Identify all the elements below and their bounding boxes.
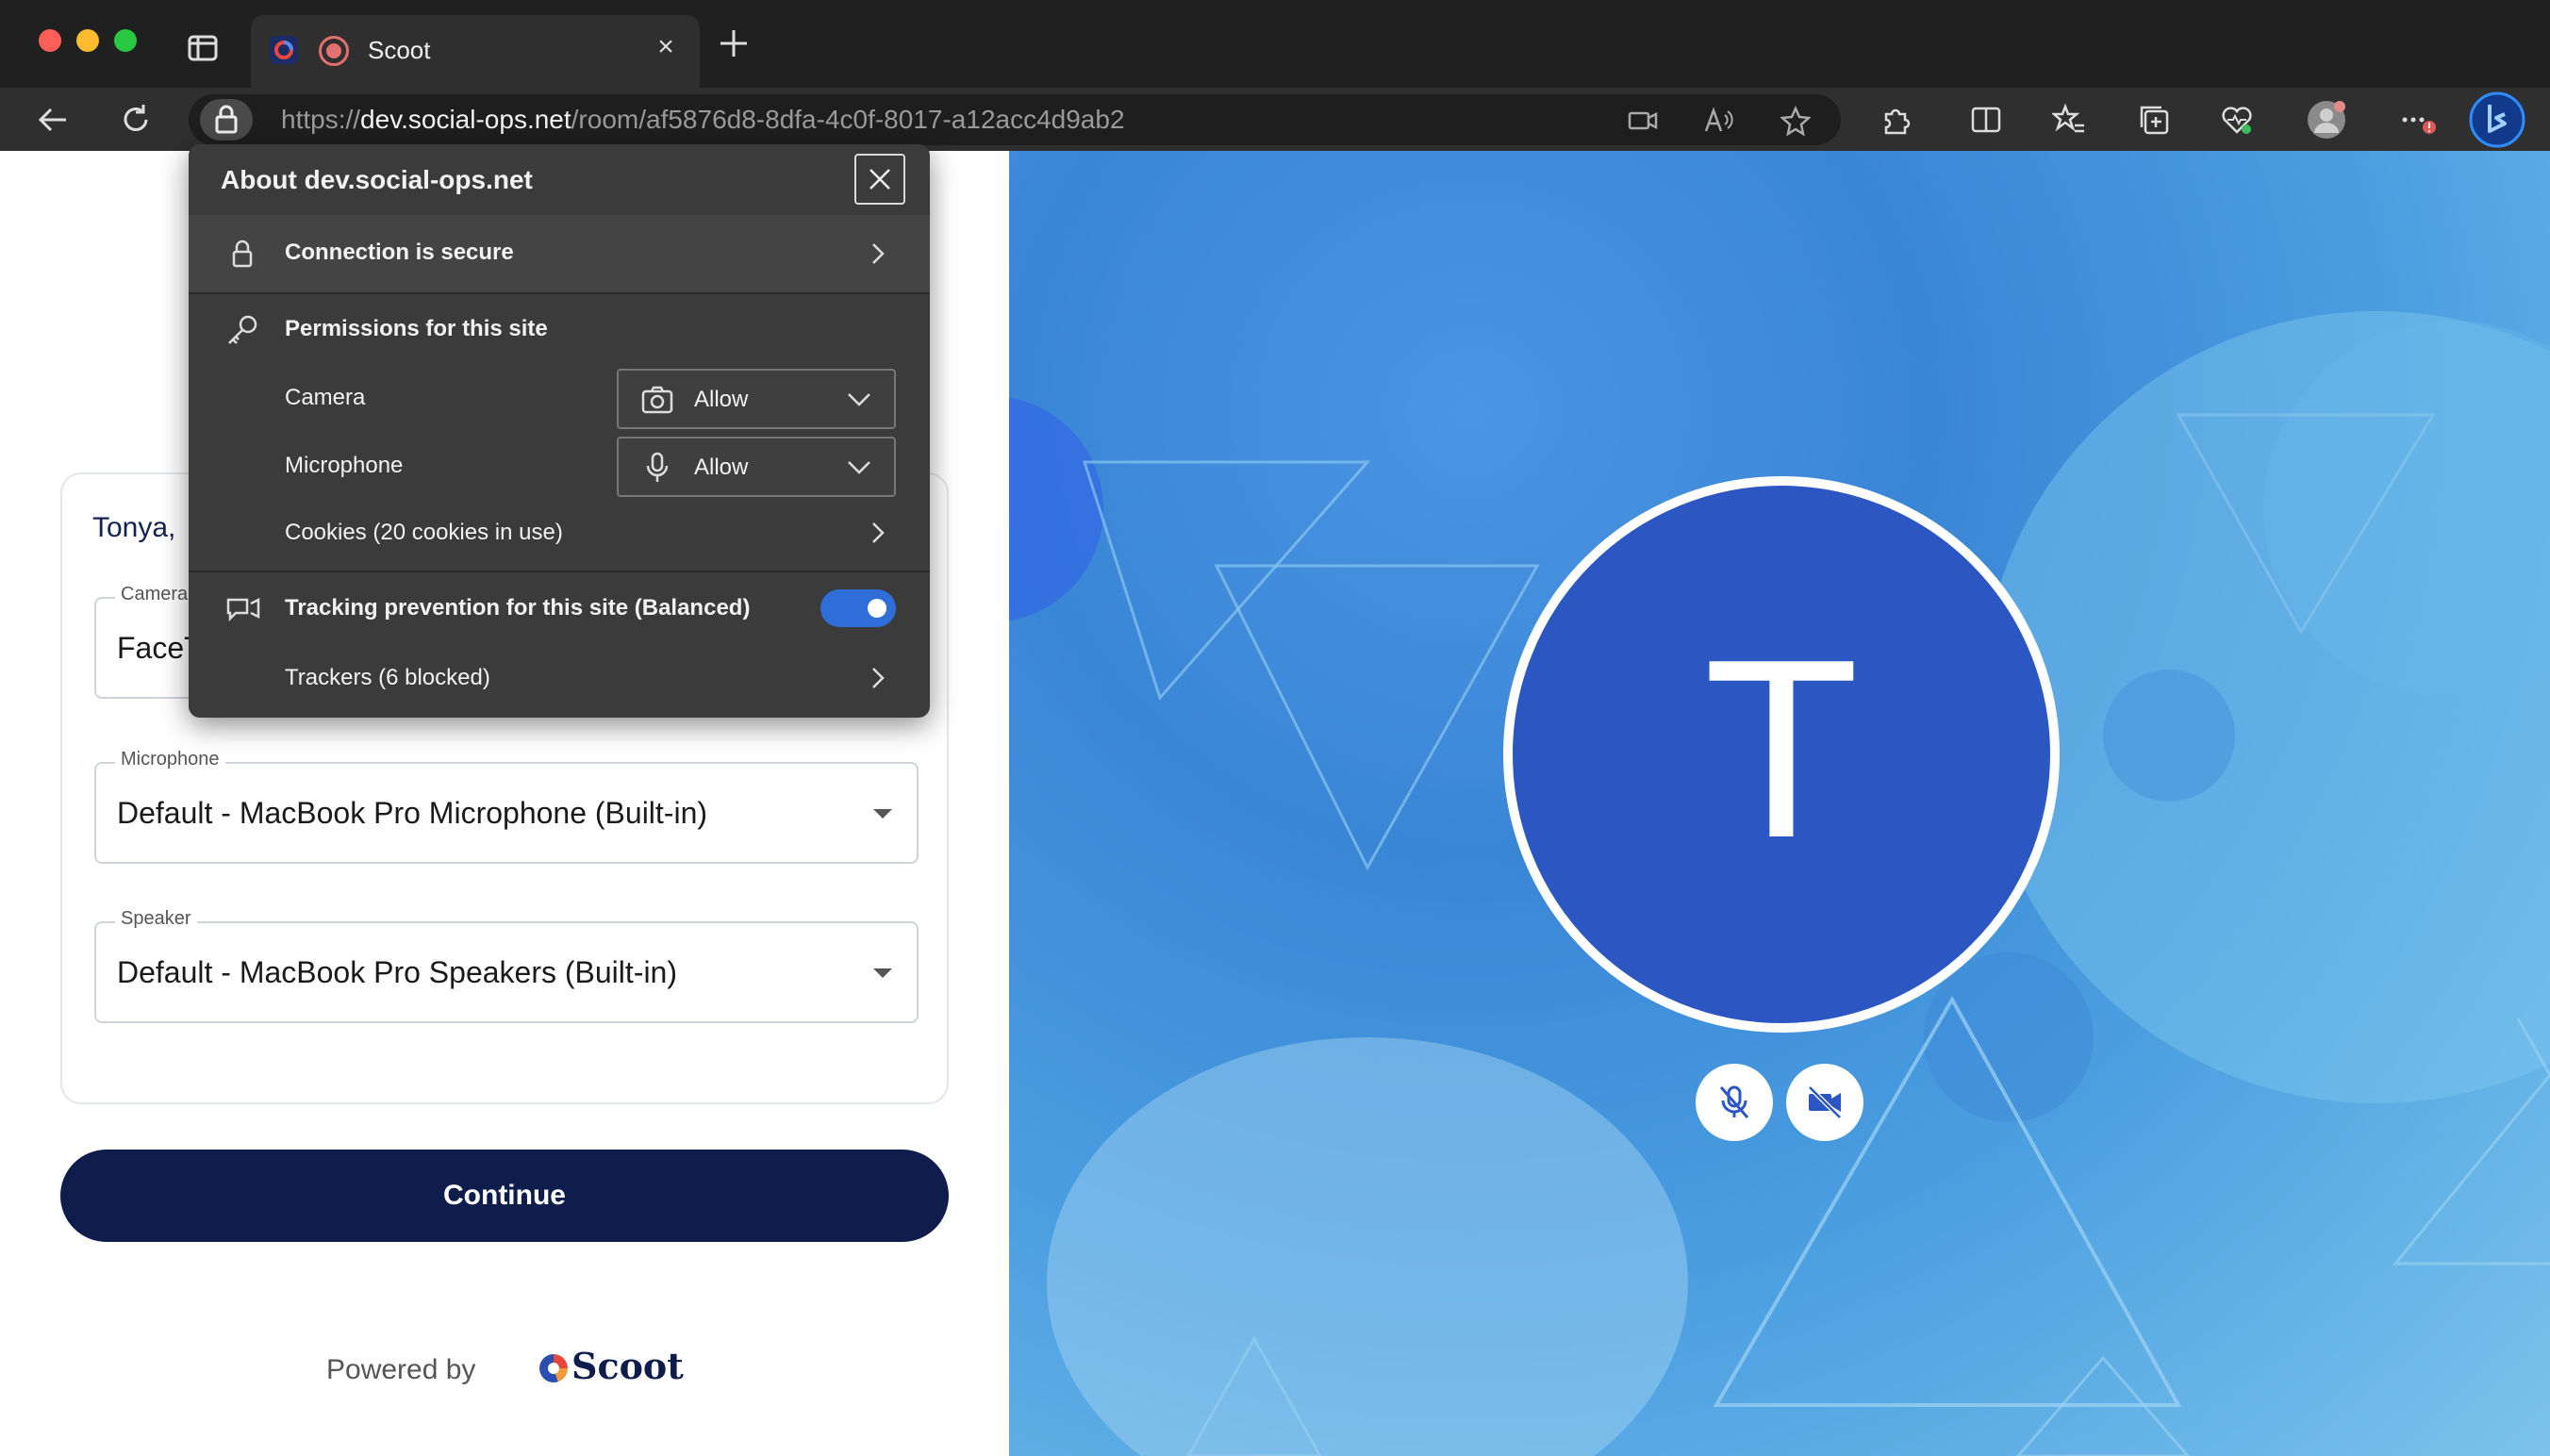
scoot-favicon-icon [270,36,298,64]
flyout-divider [189,571,930,572]
tab-title: Scoot [368,36,431,64]
close-icon [869,169,890,190]
window-close-button[interactable] [39,29,61,52]
permissions-heading: Permissions for this site [285,316,548,341]
microphone-dropdown-icon [873,809,892,819]
back-icon[interactable] [34,101,72,139]
speaker-field-value: Default - MacBook Pro Speakers (Built-in… [117,955,677,989]
camera-icon [641,384,673,421]
extensions-icon[interactable] [1879,103,1912,137]
browser-toolbar: https://dev.social-ops.net/room/af5876d8… [0,88,2550,151]
split-screen-icon[interactable] [1969,103,2003,137]
flyout-title: About dev.social-ops.net [221,165,533,194]
connection-secure-label: Connection is secure [285,240,514,265]
lock-icon [224,236,260,272]
video-preview-panel: T [1009,151,2550,1456]
window-minimize-button[interactable] [76,29,99,52]
participant-avatar: T [1503,476,2060,1033]
powered-by-text: Powered by [326,1354,476,1385]
browser-essentials-icon[interactable] [2220,103,2254,137]
flyout-divider [189,292,930,294]
cookies-row[interactable]: Cookies (20 cookies in use) [189,503,930,563]
scoot-logo-icon [539,1354,568,1382]
microphone-permission-value: Allow [694,455,749,480]
key-icon [224,312,260,348]
greeting-text: Tonya, [92,512,176,543]
read-aloud-icon[interactable] [1703,106,1733,136]
tracking-prevention-label: Tracking prevention for this site (Balan… [285,595,751,620]
continue-button[interactable]: Continue [60,1150,949,1242]
profile-avatar-icon[interactable] [2307,100,2346,140]
chevron-right-icon [868,521,888,545]
collections-icon[interactable] [2137,103,2171,137]
site-info-lock-icon[interactable] [200,99,253,141]
camera-permission-label: Camera [285,385,366,410]
camera-permission-select[interactable]: Allow [617,369,896,429]
favorite-star-icon[interactable] [1780,105,1812,137]
url-text[interactable]: https://dev.social-ops.net/room/af5876d8… [281,105,1125,135]
tracking-prevention-icon [224,592,260,628]
microphone-field-label: Microphone [115,749,225,770]
microphone-permission-select[interactable]: Allow [617,437,896,497]
chevron-down-icon [847,391,871,413]
microphone-field-value: Default - MacBook Pro Microphone (Built-… [117,796,708,830]
url-path: /room/af5876d8-8dfa-4c0f-8017-a12acc4d9a… [571,105,1125,134]
microphone-icon [641,452,673,488]
mic-muted-button[interactable] [1696,1064,1773,1141]
favorites-icon[interactable] [2050,103,2086,137]
tab-close-icon[interactable]: × [649,30,683,64]
microphone-permission-label: Microphone [285,453,404,478]
speaker-select[interactable]: Speaker Default - MacBook Pro Speakers (… [94,908,919,1023]
avatar-initial: T [1703,607,1860,891]
cookies-label: Cookies (20 cookies in use) [285,520,563,545]
tab-scoot[interactable]: Scoot × [251,15,700,89]
new-tab-icon[interactable] [715,25,753,62]
mic-off-icon [1719,1085,1749,1118]
camera-off-icon [1808,1085,1842,1119]
camera-off-button[interactable] [1786,1064,1863,1141]
speaker-field-label: Speaker [115,908,197,930]
reload-icon[interactable] [117,101,155,139]
copilot-icon[interactable] [2469,91,2525,148]
site-info-flyout: About dev.social-ops.net Connection is s… [189,144,930,718]
more-options-icon[interactable] [2399,103,2436,137]
scoot-brand-name: Scoot [571,1345,684,1387]
microphone-select[interactable]: Microphone Default - MacBook Pro Microph… [94,749,919,864]
tab-actions-icon[interactable] [187,32,219,64]
url-scheme: https:// [281,105,361,134]
recording-indicator-icon [319,36,349,66]
tracking-prevention-toggle[interactable] [820,589,896,627]
url-host: dev.social-ops.net [360,105,571,134]
browser-tab-strip: Scoot × [0,0,2550,89]
flyout-close-button[interactable] [854,154,905,205]
chevron-right-icon [868,666,888,690]
trackers-label: Trackers (6 blocked) [285,665,490,690]
speaker-dropdown-icon [873,968,892,978]
camera-field-label: Camera [115,584,194,605]
chevron-right-icon [868,241,888,266]
trackers-row[interactable]: Trackers (6 blocked) [189,646,930,706]
camera-in-use-icon[interactable] [1628,106,1658,136]
window-zoom-button[interactable] [114,29,137,52]
address-bar[interactable]: https://dev.social-ops.net/room/af5876d8… [189,94,1841,145]
connection-secure-row[interactable]: Connection is secure [189,215,930,292]
camera-permission-value: Allow [694,387,749,412]
chevron-down-icon [847,459,871,481]
